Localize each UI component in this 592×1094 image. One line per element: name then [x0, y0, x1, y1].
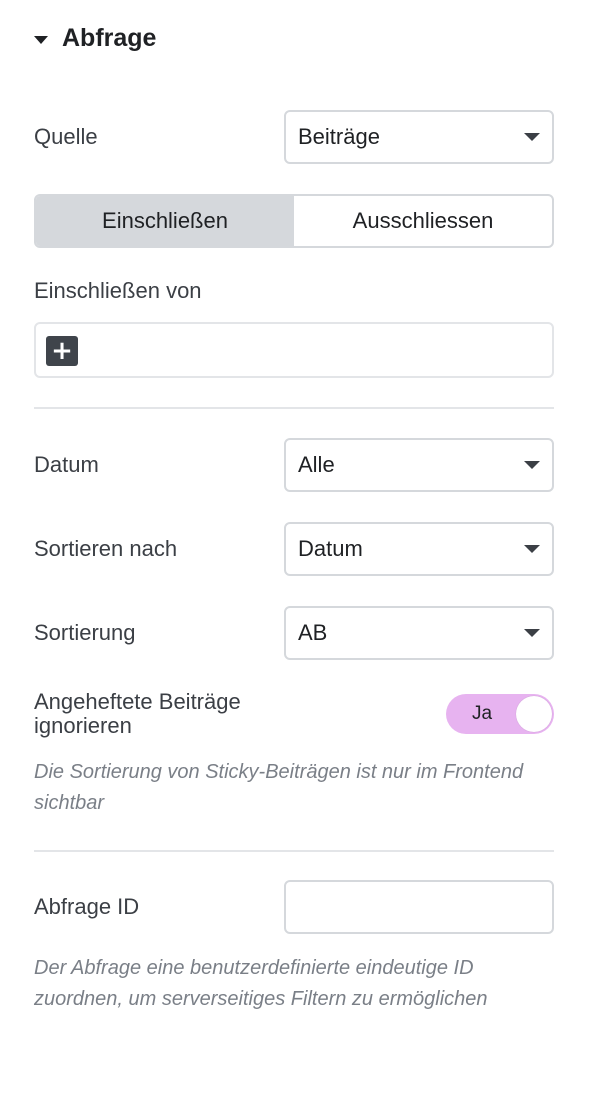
- date-select[interactable]: Alle: [284, 438, 554, 492]
- date-row: Datum Alle: [34, 438, 554, 492]
- order-by-select[interactable]: Datum: [284, 522, 554, 576]
- tab-exclude[interactable]: Ausschliessen: [294, 196, 552, 246]
- tab-include[interactable]: Einschließen: [36, 196, 294, 246]
- sticky-hint: Die Sortierung von Sticky-Beiträgen ist …: [34, 761, 524, 814]
- chevron-down-icon: [524, 545, 540, 553]
- source-row: Quelle Beiträge: [34, 110, 554, 164]
- sticky-toggle[interactable]: Ja: [446, 694, 554, 734]
- source-select[interactable]: Beiträge: [284, 110, 554, 164]
- section-title: Abfrage: [62, 24, 157, 52]
- date-label: Datum: [34, 452, 99, 477]
- order-select[interactable]: AB: [284, 606, 554, 660]
- order-by-label: Sortieren nach: [34, 536, 178, 561]
- query-id-label: Abfrage ID: [34, 894, 140, 919]
- order-by-row: Sortieren nach Datum: [34, 522, 554, 576]
- order-row: Sortierung AB: [34, 606, 554, 660]
- order-label: Sortierung: [34, 620, 136, 645]
- query-id-row: Abfrage ID: [34, 880, 554, 934]
- sticky-label: Angeheftete Beiträge ignorieren: [34, 689, 241, 738]
- include-exclude-switch: Einschließen Ausschliessen: [34, 194, 554, 248]
- caret-down-icon: [34, 35, 48, 44]
- source-label: Quelle: [34, 124, 98, 149]
- chevron-down-icon: [524, 629, 540, 637]
- plus-icon: +: [51, 336, 73, 366]
- divider: [34, 407, 554, 409]
- include-by-field[interactable]: +: [34, 322, 554, 378]
- chevron-down-icon: [524, 461, 540, 469]
- order-by-select-value: Datum: [298, 536, 363, 561]
- toggle-state-text: Ja: [472, 703, 493, 724]
- order-select-value: AB: [298, 620, 328, 645]
- query-id-hint: Der Abfrage eine benutzerdefinierte eind…: [34, 957, 488, 1010]
- query-id-group: [284, 880, 554, 934]
- query-id-input[interactable]: [286, 882, 552, 932]
- source-select-value: Beiträge: [298, 124, 380, 149]
- add-include-button[interactable]: +: [46, 336, 78, 366]
- include-by-label: Einschließen von: [34, 278, 202, 303]
- date-select-value: Alle: [298, 452, 335, 477]
- toggle-knob: [516, 696, 552, 732]
- chevron-down-icon: [524, 133, 540, 141]
- section-toggle-header[interactable]: Abfrage: [34, 24, 156, 53]
- query-panel: Abfrage Quelle Beiträge Einschließen Aus…: [0, 0, 592, 1094]
- divider: [34, 850, 554, 852]
